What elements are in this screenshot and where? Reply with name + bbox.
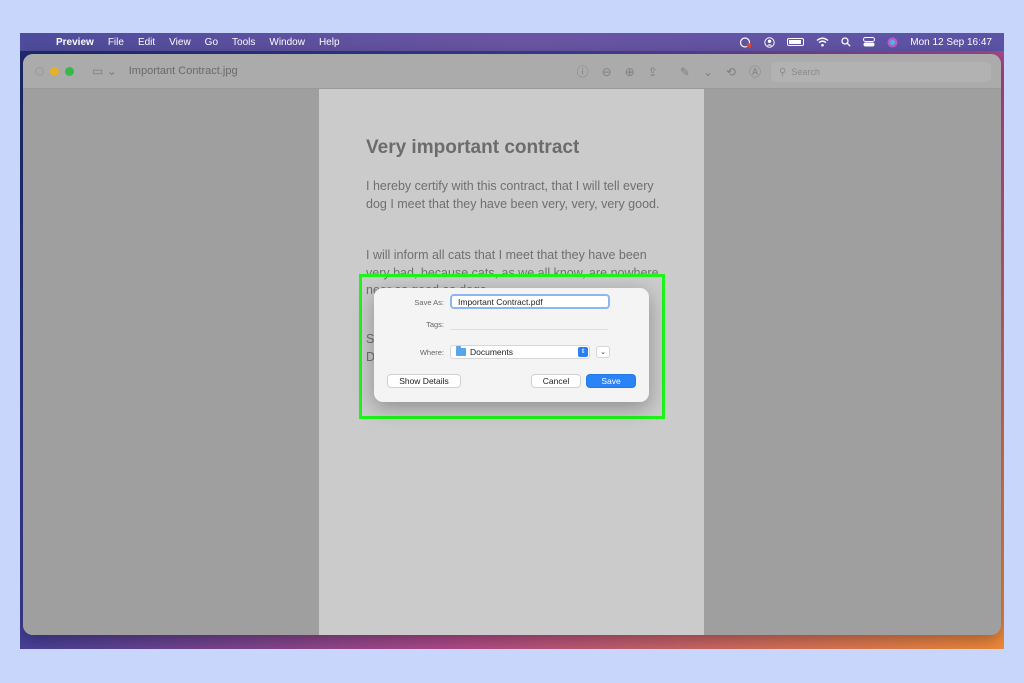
- share-icon[interactable]: ⇪: [648, 65, 658, 79]
- menu-app-name[interactable]: Preview: [56, 37, 94, 48]
- info-icon[interactable]: ⓘ: [577, 63, 589, 80]
- expand-browser-button[interactable]: ⌄: [596, 346, 610, 358]
- zoom-out-icon[interactable]: ⊖: [602, 65, 612, 79]
- save-dialog: Save As: Tags: Where: Documents ⇕ ⌄ Show…: [374, 288, 649, 402]
- menubar-clock[interactable]: Mon 12 Sep 16:47: [910, 37, 992, 48]
- toolbar: ⓘ ⊖ ⊕ ⇪ ✎ ⌄ ⟲ Ⓐ: [564, 54, 761, 89]
- where-label: Where:: [420, 348, 444, 357]
- minimize-window-icon[interactable]: [50, 67, 59, 76]
- siri-icon[interactable]: [887, 37, 898, 48]
- menu-window[interactable]: Window: [269, 37, 305, 48]
- zoom-window-icon[interactable]: [65, 67, 74, 76]
- cancel-button[interactable]: Cancel: [531, 374, 581, 388]
- control-center-icon[interactable]: [863, 37, 875, 47]
- window-title: Important Contract.jpg: [129, 65, 238, 77]
- menu-view[interactable]: View: [169, 37, 191, 48]
- title-bar: ▭ ⌄ Important Contract.jpg ⓘ ⊖ ⊕ ⇪ ✎ ⌄ ⟲…: [23, 54, 1001, 89]
- search-field-icon: ⚲: [779, 67, 786, 78]
- search-placeholder: Search: [791, 67, 820, 77]
- sidebar-toggle-icon[interactable]: ▭ ⌄: [92, 64, 117, 78]
- menu-edit[interactable]: Edit: [138, 37, 155, 48]
- document-paragraph: I hereby certify with this contract, tha…: [366, 178, 666, 213]
- up-down-chevron-icon: ⇕: [578, 347, 588, 357]
- menu-file[interactable]: File: [108, 37, 124, 48]
- save-button[interactable]: Save: [586, 374, 636, 388]
- screen-sharing-icon[interactable]: [739, 37, 752, 48]
- where-value: Documents: [470, 347, 513, 357]
- wifi-icon[interactable]: [816, 37, 829, 47]
- search-field[interactable]: ⚲ Search: [771, 62, 991, 82]
- close-window-icon[interactable]: [35, 67, 44, 76]
- menu-bar: Preview File Edit View Go Tools Window H…: [20, 33, 1004, 51]
- battery-icon[interactable]: [787, 38, 804, 46]
- where-select[interactable]: Documents ⇕: [450, 345, 590, 359]
- user-icon[interactable]: [764, 37, 775, 48]
- chevron-down-icon: ⌄: [600, 348, 606, 356]
- chevron-down-icon[interactable]: ⌄: [703, 65, 713, 79]
- status-area: Mon 12 Sep 16:47: [727, 33, 992, 51]
- search-icon[interactable]: [841, 37, 851, 47]
- menu-tools[interactable]: Tools: [232, 37, 255, 48]
- show-details-button[interactable]: Show Details: [387, 374, 461, 388]
- save-as-input[interactable]: [450, 294, 610, 309]
- zoom-in-icon[interactable]: ⊕: [625, 65, 635, 79]
- annotate-icon[interactable]: Ⓐ: [749, 63, 761, 80]
- folder-icon: [456, 348, 466, 356]
- menu-help[interactable]: Help: [319, 37, 340, 48]
- rotate-icon[interactable]: ⟲: [726, 65, 736, 79]
- markup-pen-icon[interactable]: ✎: [680, 65, 690, 79]
- save-as-label: Save As:: [414, 298, 444, 307]
- document-heading: Very important contract: [366, 137, 579, 159]
- tags-input[interactable]: [450, 317, 608, 330]
- menu-go[interactable]: Go: [205, 37, 218, 48]
- tags-label: Tags:: [426, 320, 444, 329]
